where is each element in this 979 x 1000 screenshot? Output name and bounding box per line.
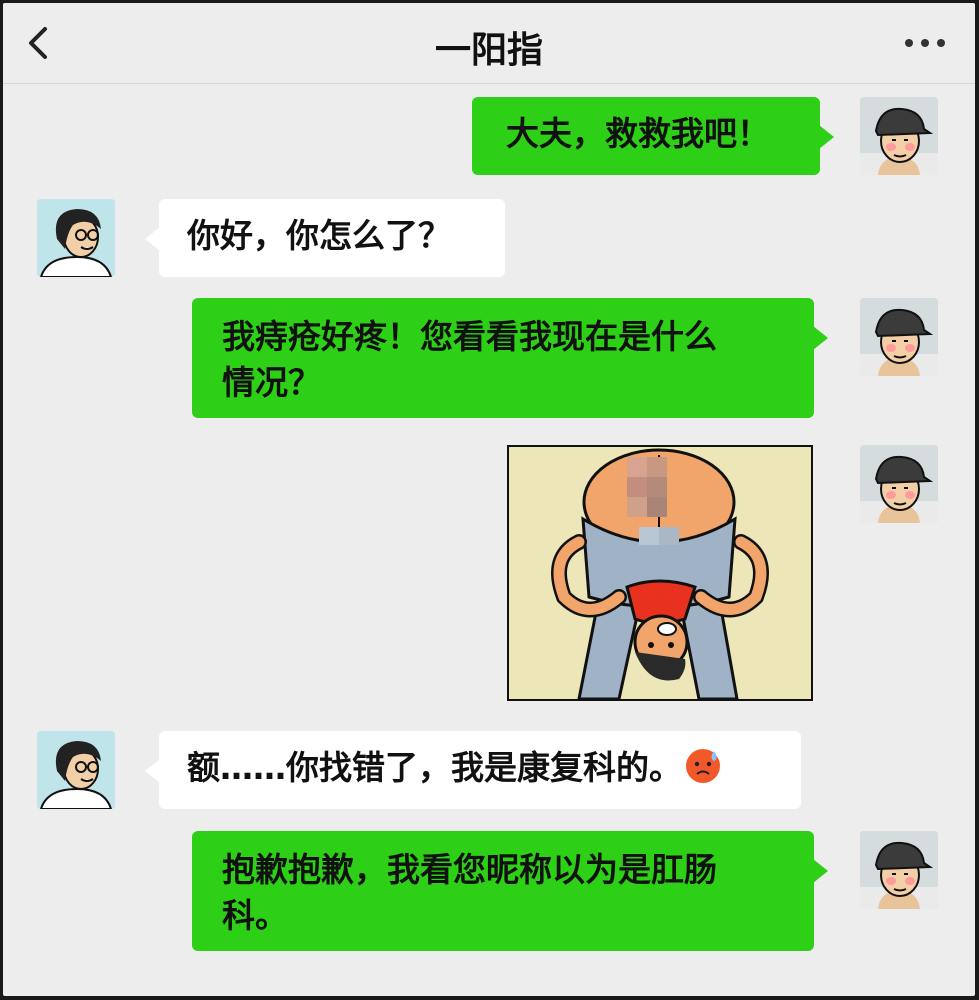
sent-image-message[interactable] [507, 445, 813, 701]
sent-message-bubble[interactable]: 抱歉抱歉，我看您昵称以为是肛肠 科。 [192, 831, 828, 951]
my-avatar[interactable] [860, 831, 938, 909]
woman-glasses-avatar-icon [37, 199, 115, 277]
sent-message-bubble[interactable]: 我痔疮好疼！您看看我现在是什么 情况？ [192, 298, 828, 418]
received-message-bubble[interactable]: 额……你找错了，我是康复科的。 [145, 731, 801, 809]
my-avatar[interactable] [860, 445, 938, 523]
doctor-avatar[interactable] [37, 199, 115, 277]
message-text-line: 情况？ [222, 363, 321, 402]
man-cap-avatar-icon [860, 445, 938, 523]
man-cap-avatar-icon [860, 298, 938, 376]
chat-title: 一阳指 [434, 30, 543, 71]
chat-window: 一阳指 大夫，救救我吧！ 你好，你怎么了？ 我痔疮好疼！您看看我现在是什么 情况… [3, 3, 975, 996]
doctor-avatar[interactable] [37, 731, 115, 809]
more-dots-icon[interactable] [903, 33, 947, 53]
woman-glasses-avatar-icon [37, 731, 115, 809]
man-cap-avatar-icon [860, 97, 938, 175]
message-text: 额……你找错了，我是康复科的。 [187, 748, 682, 787]
my-avatar[interactable] [860, 97, 938, 175]
message-text-line: 抱歉抱歉，我看您昵称以为是肛肠 [222, 850, 717, 889]
anxious-sweat-emoji-icon [686, 749, 720, 783]
message-text: 你好，你怎么了？ [187, 216, 451, 255]
message-text-line: 科。 [222, 896, 288, 935]
message-text-line: 我痔疮好疼！您看看我现在是什么 [222, 317, 717, 356]
man-cap-avatar-icon [860, 831, 938, 909]
chat-header: 一阳指 [3, 3, 975, 84]
message-text: 大夫，救救我吧！ [506, 114, 770, 153]
my-avatar[interactable] [860, 298, 938, 376]
cartoon-image [509, 447, 811, 699]
sent-message-bubble[interactable]: 大夫，救救我吧！ [472, 97, 834, 175]
received-message-bubble[interactable]: 你好，你怎么了？ [145, 199, 505, 277]
